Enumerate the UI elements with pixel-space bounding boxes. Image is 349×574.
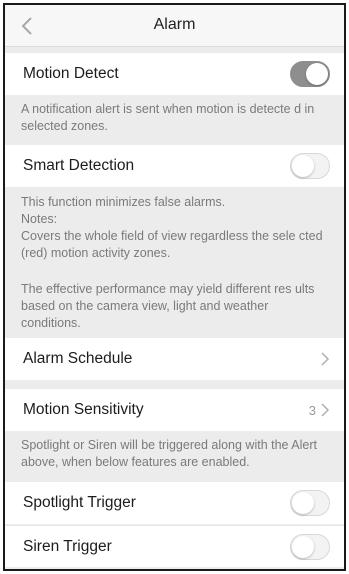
toggle-knob — [306, 63, 328, 85]
smart-detection-note-1: This function minimizes false alarms. — [21, 195, 226, 209]
smart-detection-note-4: The effective performance may yield diff… — [21, 282, 315, 330]
alarm-schedule-row[interactable]: Alarm Schedule — [5, 338, 344, 380]
toggle-knob — [292, 492, 314, 514]
spotlight-trigger-row: Spotlight Trigger — [5, 482, 344, 524]
smart-detection-toggle[interactable] — [290, 153, 330, 179]
chevron-right-icon — [321, 352, 330, 366]
siren-trigger-toggle[interactable] — [290, 533, 330, 560]
siren-trigger-label: Siren Trigger — [23, 537, 112, 555]
motion-detect-toggle[interactable] — [290, 61, 330, 87]
page-title: Alarm — [153, 16, 196, 33]
smart-detection-row: Smart Detection — [5, 145, 344, 187]
smart-detection-label: Smart Detection — [23, 157, 135, 174]
motion-sensitivity-value-group: 3 — [309, 403, 330, 418]
header-bar: Alarm — [5, 5, 344, 47]
app-frame: Alarm Motion Detect A notification alert… — [3, 3, 346, 571]
motion-detect-label: Motion Detect — [23, 65, 119, 82]
smart-detection-note-3: Covers the whole field of view regardles… — [21, 229, 323, 260]
motion-sensitivity-row[interactable]: Motion Sensitivity 3 — [5, 389, 344, 431]
motion-detect-row: Motion Detect — [5, 53, 344, 95]
motion-sensitivity-value: 3 — [308, 402, 316, 418]
siren-trigger-row: Siren Trigger — [5, 525, 344, 567]
toggle-knob — [292, 155, 314, 177]
chevron-right-icon — [321, 403, 330, 417]
motion-sensitivity-label: Motion Sensitivity — [23, 401, 144, 418]
motion-detect-note: A notification alert is sent when motion… — [21, 102, 315, 133]
smart-detection-note-2: Notes: — [21, 212, 58, 226]
spotlight-trigger-label: Spotlight Trigger — [23, 494, 136, 511]
spotlight-trigger-toggle[interactable] — [290, 490, 330, 516]
motion-sensitivity-note: Spotlight or Siren will be triggered alo… — [21, 438, 317, 469]
toggle-knob — [292, 535, 314, 558]
alarm-schedule-label: Alarm Schedule — [23, 350, 133, 367]
